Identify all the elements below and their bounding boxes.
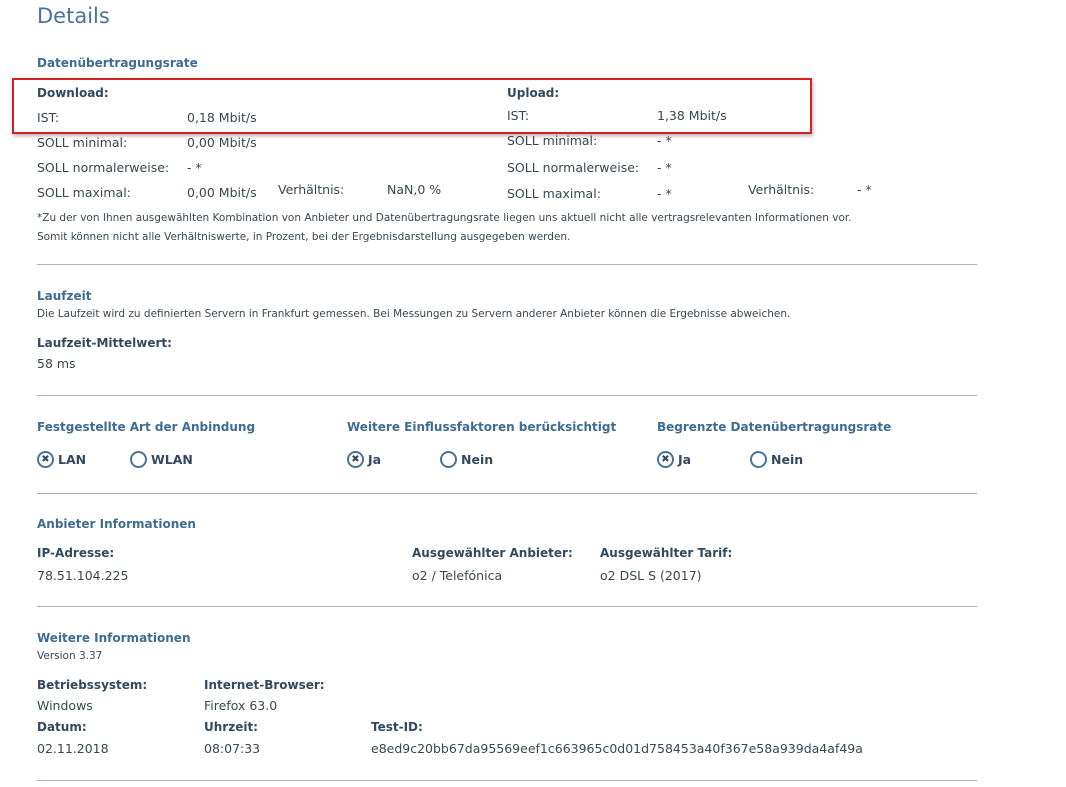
radio-unchecked-icon [440, 451, 457, 468]
dl-ratio-label: Verhältnis: [278, 182, 345, 197]
dl-min-value: 0,00 Mbit/s [187, 135, 257, 150]
provider-heading: Anbieter Informationen [37, 517, 196, 531]
tariff-label: Ausgewählter Tarif: [600, 546, 733, 560]
divider [37, 395, 977, 396]
page-title: Details [37, 4, 110, 28]
more-info-heading: Weitere Informationen [37, 631, 191, 645]
rate-heading: Datenübertragungsrate [37, 56, 198, 70]
browser-value: Firefox 63.0 [204, 698, 278, 713]
upload-label: Upload: [507, 86, 560, 100]
footnote-1: *Zu der von Ihnen ausgewählten Kombinati… [37, 212, 852, 224]
dl-ratio-value: NaN,0 % [387, 182, 442, 197]
provider-value: o2 / Telefónica [412, 568, 503, 583]
dl-min-label: SOLL minimal: [37, 135, 128, 150]
latency-heading: Laufzeit [37, 289, 92, 303]
radio-factors-nein[interactable]: Nein [440, 451, 493, 468]
radio-label: Nein [771, 452, 804, 467]
connection-type-heading: Festgestellte Art der Anbindung [37, 420, 256, 434]
radio-factors-ja[interactable]: ✖ Ja [347, 451, 381, 468]
latency-desc: Die Laufzeit wird zu definierten Servern… [37, 308, 791, 320]
radio-label: Ja [678, 452, 692, 467]
radio-limited-nein[interactable]: Nein [750, 451, 803, 468]
tariff-value: o2 DSL S (2017) [600, 568, 702, 583]
divider [37, 780, 977, 781]
radio-label: Nein [461, 452, 494, 467]
date-label: Datum: [37, 720, 87, 734]
test-id-label: Test-ID: [371, 720, 423, 734]
radio-lan[interactable]: ✖ LAN [37, 451, 86, 468]
radio-checked-icon: ✖ [37, 451, 54, 468]
dl-norm-value: - * [187, 160, 202, 175]
test-id-value: e8ed9c20bb67da95569eef1c663965c0d01d7584… [371, 741, 863, 756]
radio-limited-ja[interactable]: ✖ Ja [657, 451, 691, 468]
dl-ist-label: IST: [37, 110, 60, 125]
os-label: Betriebssystem: [37, 678, 148, 692]
radio-wlan[interactable]: WLAN [130, 451, 193, 468]
ip-value: 78.51.104.225 [37, 568, 129, 583]
dl-ist-value: 0,18 Mbit/s [187, 110, 257, 125]
limited-rate-heading: Begrenzte Datenübertragungsrate [657, 420, 892, 434]
ul-ratio-label: Verhältnis: [748, 182, 815, 197]
dl-max-value: 0,00 Mbit/s [187, 185, 257, 200]
divider [37, 493, 977, 494]
latency-mean-label: Laufzeit-Mittelwert: [37, 336, 172, 350]
dl-max-label: SOLL maximal: [37, 185, 131, 200]
version: Version 3.37 [37, 650, 103, 662]
ul-ist-label: IST: [507, 108, 530, 123]
ul-ratio-value: - * [857, 182, 872, 197]
dl-norm-label: SOLL normalerweise: [37, 160, 170, 175]
radio-label: WLAN [151, 452, 193, 467]
ul-ist-value: 1,38 Mbit/s [657, 108, 727, 123]
divider [37, 606, 977, 607]
latency-mean-value: 58 ms [37, 356, 76, 371]
time-label: Uhrzeit: [204, 720, 258, 734]
radio-checked-icon: ✖ [657, 451, 674, 468]
radio-unchecked-icon [750, 451, 767, 468]
download-label: Download: [37, 86, 109, 100]
radio-label: LAN [58, 452, 87, 467]
ul-norm-label: SOLL normalerweise: [507, 160, 640, 175]
highlight-box [12, 78, 812, 134]
ul-min-value: - * [657, 133, 672, 148]
divider [37, 264, 977, 265]
radio-unchecked-icon [130, 451, 147, 468]
ul-norm-value: - * [657, 160, 672, 175]
radio-checked-icon: ✖ [347, 451, 364, 468]
provider-label: Ausgewählter Anbieter: [412, 546, 573, 560]
ul-max-value: - * [657, 186, 672, 201]
ul-max-label: SOLL maximal: [507, 186, 601, 201]
factors-heading: Weitere Einflussfaktoren berücksichtigt [347, 420, 617, 434]
os-value: Windows [37, 698, 93, 713]
browser-label: Internet-Browser: [204, 678, 325, 692]
date-value: 02.11.2018 [37, 741, 109, 756]
ip-label: IP-Adresse: [37, 546, 115, 560]
radio-label: Ja [368, 452, 382, 467]
footnote-2: Somit können nicht alle Verhältniswerte,… [37, 231, 571, 243]
ul-min-label: SOLL minimal: [507, 133, 598, 148]
time-value: 08:07:33 [204, 741, 261, 756]
